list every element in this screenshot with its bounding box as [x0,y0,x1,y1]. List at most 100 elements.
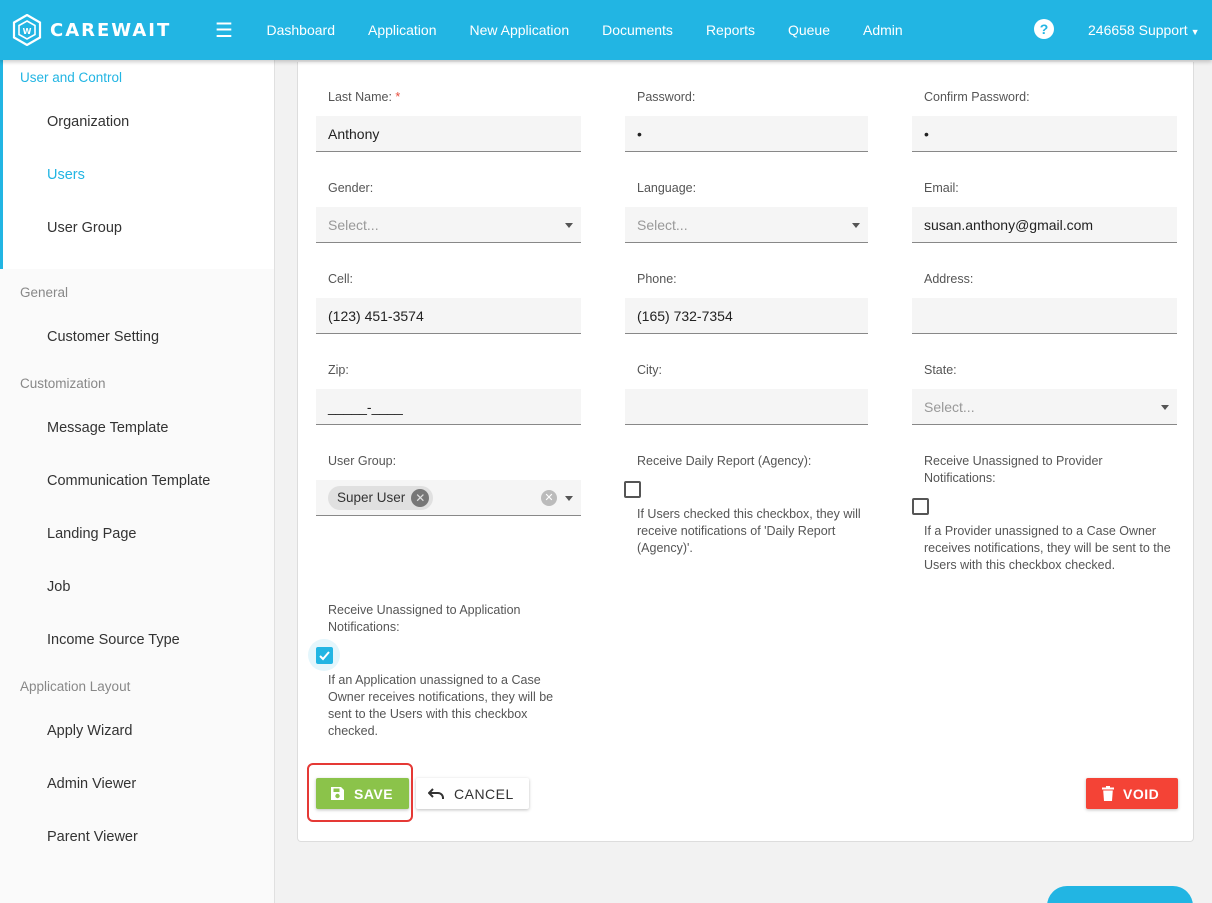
nav-application[interactable]: Application [352,0,454,60]
dropdown-arrow-icon [565,223,573,228]
void-button-label: VOID [1123,785,1160,802]
phone-input[interactable]: (165) 732-7354 [625,298,868,334]
carewait-logo-icon: W [12,14,42,46]
clear-selection-icon[interactable]: ✕ [541,490,557,506]
void-button[interactable]: VOID [1086,778,1178,809]
sidebar-section-general: General Customer Setting [0,269,274,364]
daily-report-checkbox[interactable] [624,481,641,498]
cell-field: Cell: (123) 451-3574 [316,271,581,334]
address-field: Address: [912,271,1177,334]
user-name: 246658 Support [1088,22,1188,38]
language-label: Language: [637,181,697,195]
confirm-password-input[interactable]: • [912,116,1177,152]
brand-name: CAREWAIT [50,19,172,41]
brand-logo[interactable]: W CAREWAIT [12,14,202,46]
save-highlight-box [307,763,413,822]
sidebar-item-user-group[interactable]: User Group [3,202,274,255]
nav-dashboard[interactable]: Dashboard [250,0,352,60]
unassigned-application-label: Receive Unassigned to Application Notifi… [328,603,521,634]
sidebar-item-communication-template[interactable]: Communication Template [0,455,274,508]
question-circle-icon[interactable]: ? [1034,19,1054,39]
language-placeholder: Select... [637,217,688,233]
unassigned-application-checkbox[interactable] [316,647,333,664]
confirm-password-field: Confirm Password: • [912,89,1177,152]
city-label: City: [637,363,662,377]
sidebar-item-parent-viewer[interactable]: Parent Viewer [0,811,274,864]
remove-chip-icon[interactable]: ✕ [411,489,430,507]
nav-admin[interactable]: Admin [847,0,920,60]
address-input[interactable] [912,298,1177,334]
city-field: City: [625,362,868,425]
language-select[interactable]: Select... [625,207,868,243]
sidebar-item-apply-wizard[interactable]: Apply Wizard [0,705,274,758]
gender-placeholder: Select... [328,217,379,233]
sidebar-item-customer-setting[interactable]: Customer Setting [0,311,274,364]
sidebar-header-application-layout: Application Layout [20,679,131,694]
last-name-input[interactable]: Anthony [316,116,581,152]
nav-reports[interactable]: Reports [689,0,771,60]
sidebar-header-user-and-control[interactable]: User and Control [3,60,274,96]
sidebar-item-message-template[interactable]: Message Template [0,402,274,455]
cell-label: Cell: [328,272,354,286]
caret-down-icon: ▼ [1190,27,1200,37]
email-input[interactable]: susan.anthony@gmail.com [912,207,1177,243]
unassigned-application-help: If an Application unassigned to a Case O… [328,673,554,738]
city-input[interactable] [625,389,868,425]
floating-action-button[interactable] [1047,886,1193,903]
nav-documents[interactable]: Documents [586,0,690,60]
phone-field: Phone: (165) 732-7354 [625,271,868,334]
state-select[interactable]: Select... [912,389,1177,425]
sidebar-item-admin-viewer[interactable]: Admin Viewer [0,758,274,811]
dropdown-arrow-icon [565,496,573,501]
zip-input[interactable]: _____-____ [316,389,581,425]
user-group-select[interactable]: Super User ✕ ✕ [316,480,581,516]
cancel-button-label: CANCEL [454,785,514,802]
main-nav: Dashboard Application New Application Do… [250,0,919,60]
daily-report-label: Receive Daily Report (Agency): [637,454,812,468]
address-label: Address: [924,272,974,286]
undo-icon [428,787,444,799]
email-field: Email: susan.anthony@gmail.com [912,180,1177,243]
password-field: Password: • [625,89,868,152]
unassigned-provider-label: Receive Unassigned to Provider Notificat… [924,454,1103,485]
dropdown-arrow-icon [1161,405,1169,410]
language-field: Language: Select... [625,180,868,243]
nav-new-application[interactable]: New Application [453,0,586,60]
last-name-label: Last Name: * [328,90,401,104]
email-label: Email: [924,181,959,195]
sidebar: User and Control Organization Users User… [0,60,275,903]
sidebar-item-users[interactable]: Users [3,149,274,202]
gender-select[interactable]: Select... [316,207,581,243]
confirm-password-label: Confirm Password: [924,90,1030,104]
unassigned-provider-checkbox[interactable] [912,498,929,515]
hamburger-icon[interactable]: ☰ [204,18,244,43]
state-field: State: Select... [912,362,1177,425]
user-group-chip[interactable]: Super User ✕ [328,486,434,510]
user-menu[interactable]: 246658 Support ▼ [1088,0,1200,62]
top-navbar: W CAREWAIT ☰ Dashboard Application New A… [0,0,1212,60]
svg-text:W: W [23,27,32,36]
user-group-field: User Group: Super User ✕ ✕ [316,453,581,516]
dropdown-arrow-icon [852,223,860,228]
sidebar-header-general: General [20,285,69,300]
zip-label: Zip: [328,363,349,377]
checkmark-icon [319,651,330,661]
trash-icon [1102,786,1114,801]
sidebar-section-customization: Customization Message Template Communica… [0,364,274,667]
sidebar-header-customization: Customization [20,376,106,391]
password-label: Password: [637,90,696,104]
cancel-button[interactable]: CANCEL [416,778,529,809]
sidebar-section-application-layout: Application Layout Apply Wizard Admin Vi… [0,667,274,864]
user-form-card: Last Name: * Anthony Password: • Confirm… [297,62,1194,842]
sidebar-item-organization[interactable]: Organization [3,96,274,149]
sidebar-item-landing-page[interactable]: Landing Page [0,508,274,561]
state-label: State: [924,363,957,377]
nav-queue[interactable]: Queue [771,0,846,60]
gender-field: Gender: Select... [316,180,581,243]
user-group-chip-label: Super User [337,490,406,505]
sidebar-item-income-source-type[interactable]: Income Source Type [0,614,274,667]
password-input[interactable]: • [625,116,868,152]
user-group-label: User Group: [328,454,397,468]
sidebar-item-job[interactable]: Job [0,561,274,614]
cell-input[interactable]: (123) 451-3574 [316,298,581,334]
